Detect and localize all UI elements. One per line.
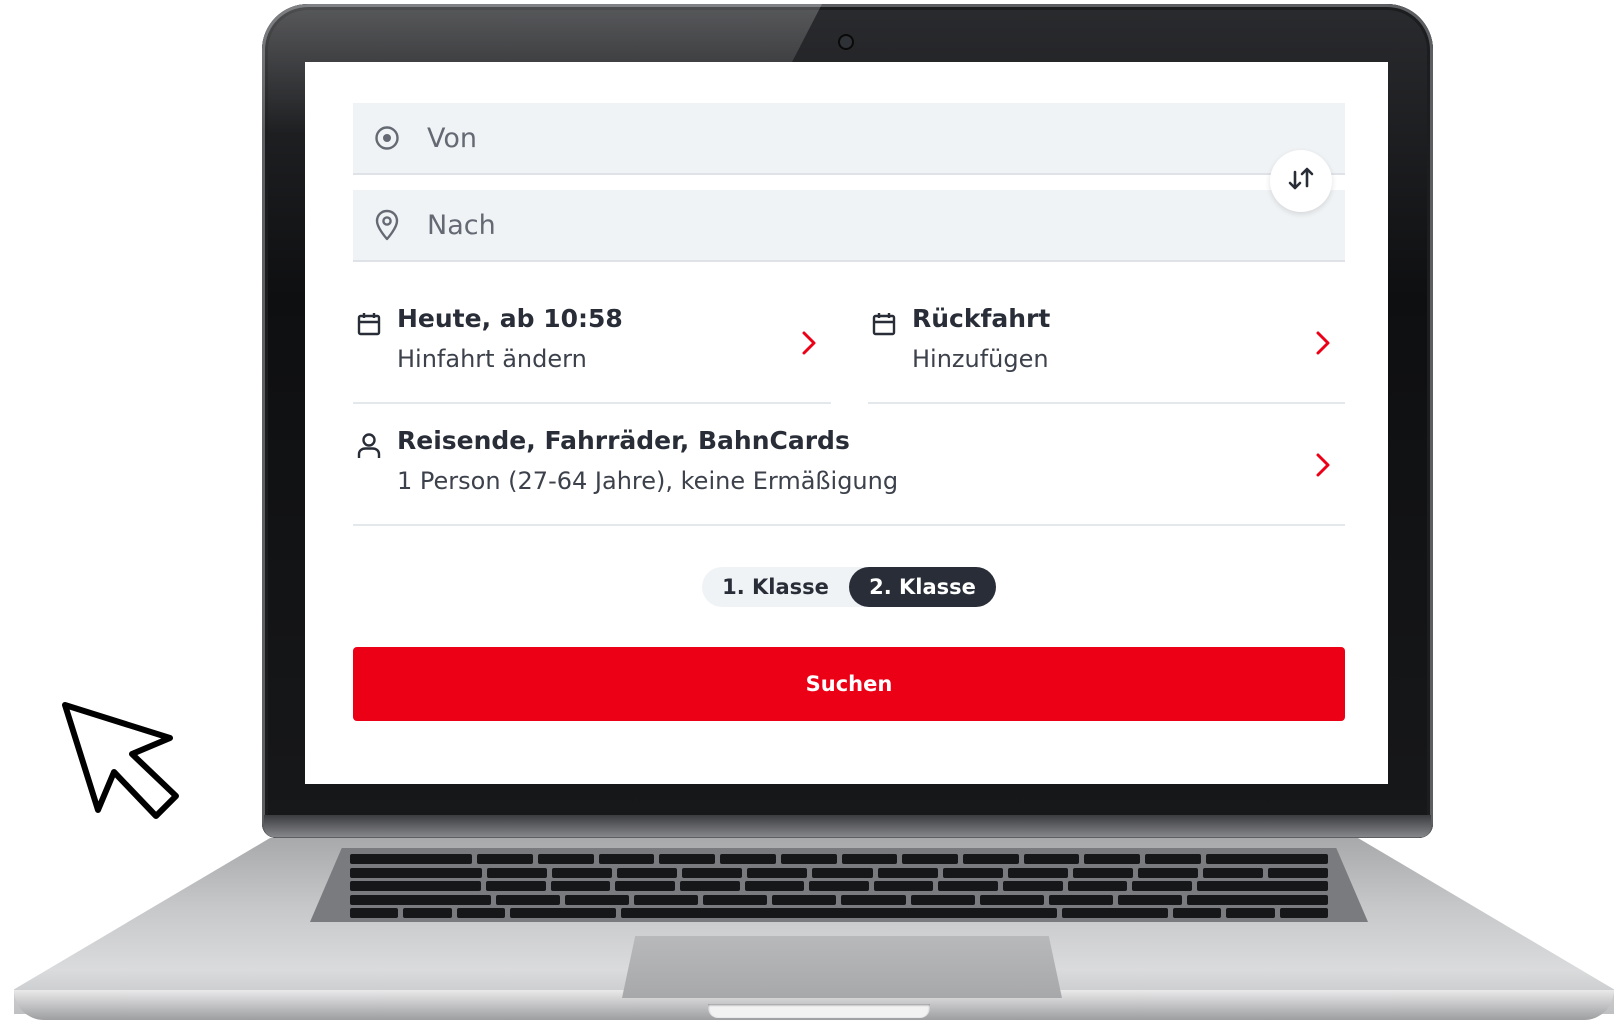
outbound-date-title: Heute, ab 10:58 — [397, 304, 623, 333]
map-pin-icon — [371, 209, 403, 241]
search-button[interactable]: Suchen — [353, 647, 1345, 721]
swap-arrows-icon — [1284, 162, 1318, 200]
chevron-right-icon — [1311, 450, 1335, 480]
outbound-date-row[interactable]: Heute, ab 10:58 Hinfahrt ändern — [353, 302, 831, 404]
laptop-keyboard — [310, 848, 1368, 922]
first-class-option[interactable]: 1. Klasse — [702, 567, 849, 607]
chevron-right-icon — [1311, 328, 1335, 358]
laptop-trackpad — [622, 936, 1062, 998]
travellers-subtitle: 1 Person (27-64 Jahre), keine Ermäßigung — [397, 467, 899, 495]
mouse-pointer-icon — [62, 702, 179, 819]
laptop-hinge — [264, 815, 1431, 837]
from-field[interactable] — [353, 103, 1345, 175]
return-date-subtitle: Hinzufügen — [912, 345, 1049, 373]
travel-class-toggle: 1. Klasse 2. Klasse — [702, 567, 996, 607]
travellers-title: Reisende, Fahrräder, BahnCards — [397, 426, 850, 455]
outbound-date-subtitle: Hinfahrt ändern — [397, 345, 587, 373]
return-date-title: Rückfahrt — [912, 304, 1051, 333]
person-icon — [353, 430, 385, 462]
return-date-row[interactable]: Rückfahrt Hinzufügen — [868, 302, 1345, 404]
calendar-icon — [353, 308, 385, 340]
chevron-right-icon — [797, 328, 821, 358]
second-class-option[interactable]: 2. Klasse — [849, 567, 996, 607]
to-field[interactable] — [353, 190, 1345, 262]
calendar-icon — [868, 308, 900, 340]
travellers-row[interactable]: Reisende, Fahrräder, BahnCards 1 Person … — [353, 424, 1345, 526]
from-input[interactable] — [427, 122, 1307, 154]
search-button-label: Suchen — [805, 672, 893, 696]
laptop-notch — [708, 1004, 930, 1018]
swap-button[interactable] — [1270, 150, 1332, 212]
to-input[interactable] — [427, 209, 1307, 241]
location-target-icon — [371, 122, 403, 154]
laptop-camera — [840, 36, 852, 48]
